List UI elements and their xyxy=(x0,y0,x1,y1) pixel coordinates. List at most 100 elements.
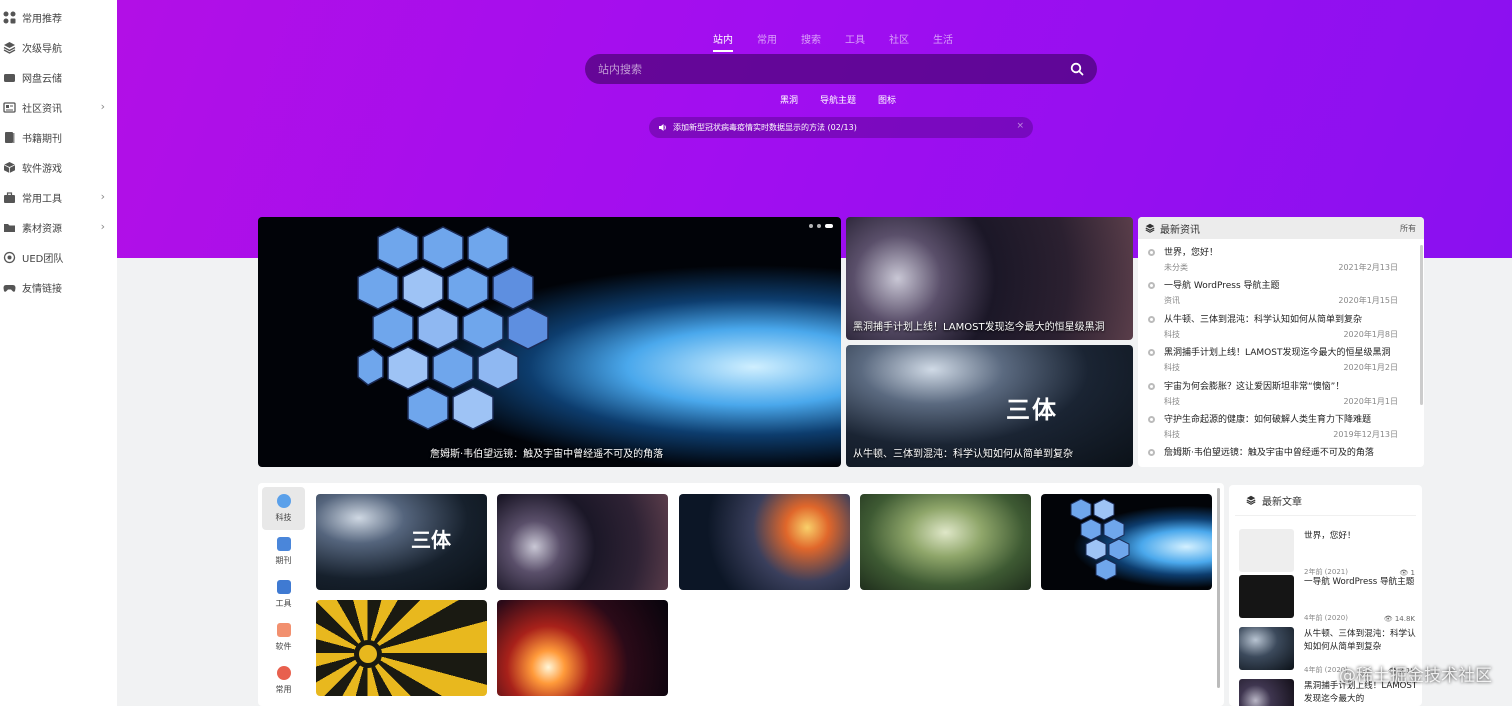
tab-community[interactable]: 社区 xyxy=(889,31,909,52)
list-item[interactable]: 詹姆斯·韦伯望远镜：触及宇宙中曾经遥不可及的角落 xyxy=(1146,445,1424,467)
search-scope-tabs: 站内 常用 搜索 工具 社区 生活 xyxy=(713,31,977,52)
cube-icon xyxy=(3,161,16,174)
sidebar-item-label: UED团队 xyxy=(22,253,64,265)
sidebar-item-secondary-nav[interactable]: 次级导航 xyxy=(0,32,117,62)
list-item[interactable]: 一导航 WordPress 导航主题 资讯 2020年1月15日 xyxy=(1146,278,1424,311)
folder-icon xyxy=(3,221,16,234)
list-item[interactable]: 宇宙为何会膨胀？这让爱因斯坦非常“懊恼”！ 科技 2020年1月1日 xyxy=(1146,379,1424,412)
featured-slide-main[interactable]: 詹姆斯·韦伯望远镜：触及宇宙中曾经遥不可及的角落 xyxy=(258,217,841,467)
sidebar-item-label: 友情链接 xyxy=(22,283,62,295)
sidebar-item-software-games[interactable]: 软件游戏 xyxy=(0,152,117,182)
sidebar-item-label: 网盘云储 xyxy=(22,73,62,85)
sidebar-item-label: 软件游戏 xyxy=(22,163,62,175)
scrollbar[interactable] xyxy=(1217,488,1220,688)
hotword-link[interactable]: 黑洞 xyxy=(780,93,798,106)
latest-news-panel: 最新资讯 所有 世界，您好！ 未分类 2021年2月13日 一导航 WordPres… xyxy=(1138,217,1424,467)
scrollbar[interactable] xyxy=(1420,245,1423,405)
tab-tools[interactable]: 工具 xyxy=(262,573,305,616)
sidebar-item-resources[interactable]: 素材资源 › xyxy=(0,212,117,242)
panel-title: 最新文章 xyxy=(1262,496,1302,508)
book-icon xyxy=(3,131,16,144)
tab-journals[interactable]: 期刊 xyxy=(262,530,305,573)
news-list: 世界，您好！ 未分类 2021年2月13日 一导航 WordPress 导航主题 资讯… xyxy=(1138,239,1424,467)
thumbnail-forest[interactable] xyxy=(860,494,1031,590)
sidebar-item-label: 素材资源 xyxy=(22,223,62,235)
speaker-icon xyxy=(658,123,667,132)
category-tabs: 科技 期刊 工具 软件 常用 xyxy=(262,487,305,702)
hotword-link[interactable]: 导航主题 xyxy=(820,93,856,106)
list-item[interactable]: 守护生命起源的健康：如何破解人类生育力下降难题 科技 2019年12月13日 xyxy=(1146,412,1424,445)
sidebar-item-ued-team[interactable]: UED团队 xyxy=(0,242,117,272)
carousel-indicator[interactable] xyxy=(809,224,833,228)
thumbnail-galaxy[interactable] xyxy=(679,494,850,590)
thumbnail-radiation[interactable] xyxy=(316,600,487,696)
radiation-icon xyxy=(354,640,382,668)
telescope-mirror-illustration xyxy=(1070,498,1130,581)
hotword-link[interactable]: 图标 xyxy=(878,93,896,106)
view-all-link[interactable]: 所有 xyxy=(1400,223,1416,234)
sidebar: 常用推荐 次级导航 网盘云储 社区资讯 › 书籍期刊 软件游戏 常用工具 › 素… xyxy=(0,0,117,706)
list-item[interactable]: 从牛顿、三体到混沌：科学认知如何从简单到复杂 科技 2020年1月8日 xyxy=(1146,312,1424,345)
sidebar-item-books[interactable]: 书籍期刊 xyxy=(0,122,117,152)
thumbnail-blackhole[interactable] xyxy=(497,494,668,590)
sidebar-item-tools[interactable]: 常用工具 › xyxy=(0,182,117,212)
article-thumbnail[interactable] xyxy=(1239,575,1294,618)
tab-tech[interactable]: 科技 xyxy=(262,487,305,530)
article-item[interactable]: 一导航 WordPress 导航主题 4年前 (2020) 👁 14.8K xyxy=(1239,575,1415,623)
tab-life[interactable]: 生活 xyxy=(933,31,953,52)
article-item[interactable]: 世界，您好！ 2年前 (2021) 👁 1 xyxy=(1239,529,1415,577)
sidebar-item-links[interactable]: 友情链接 xyxy=(0,272,117,302)
close-icon[interactable]: × xyxy=(1016,121,1024,131)
chevron-right-icon: › xyxy=(100,100,105,113)
article-thumbnail[interactable] xyxy=(1239,529,1294,572)
sidebar-item-label: 常用工具 xyxy=(22,193,62,205)
tab-tools[interactable]: 工具 xyxy=(845,31,865,52)
thumbnail-three-body[interactable]: 三体 xyxy=(316,494,487,590)
panel-header: 最新文章 xyxy=(1235,485,1416,516)
tab-software[interactable]: 软件 xyxy=(262,616,305,659)
eye-icon: 👁 xyxy=(1383,615,1395,623)
article-title[interactable]: 世界，您好！ xyxy=(1304,530,1422,543)
chevron-right-icon: › xyxy=(100,220,105,233)
panel-header: 最新资讯 所有 xyxy=(1138,217,1424,239)
article-title[interactable]: 一导航 WordPress 导航主题 xyxy=(1304,576,1422,589)
thumbnail-supernova[interactable] xyxy=(497,600,668,696)
telescope-mirror-illustration xyxy=(357,226,549,430)
three-body-logo: 三体 xyxy=(411,528,451,552)
tab-common[interactable]: 常用 xyxy=(757,31,777,52)
tools-icon xyxy=(276,580,291,594)
sidebar-item-cloud-drive[interactable]: 网盘云储 xyxy=(0,62,117,92)
gamepad-icon xyxy=(3,281,16,294)
team-icon xyxy=(3,251,16,264)
search-bar xyxy=(585,54,1097,84)
layers-icon xyxy=(3,41,16,54)
article-title[interactable]: 从牛顿、三体到混沌：科学认知如何从简单到复杂 xyxy=(1304,628,1422,654)
search-input[interactable] xyxy=(598,62,1070,76)
featured-card-three-body[interactable]: 三体 从牛顿、三体到混沌：科学认知如何从简单到复杂 xyxy=(846,345,1133,467)
list-item[interactable]: 世界，您好！ 未分类 2021年2月13日 xyxy=(1146,245,1424,278)
view-count: 👁 14.8K xyxy=(1383,615,1415,623)
tab-search[interactable]: 搜索 xyxy=(801,31,821,52)
article-thumbnail[interactable] xyxy=(1239,679,1294,706)
article-time: 4年前 (2020) xyxy=(1304,614,1348,622)
sidebar-item-label: 社区资讯 xyxy=(22,103,62,115)
tech-icon xyxy=(276,494,291,508)
crab-icon xyxy=(276,666,291,680)
tab-site[interactable]: 站内 xyxy=(713,31,733,52)
thumbnail-telescope[interactable] xyxy=(1041,494,1212,590)
announcement-bar[interactable]: 添加新型冠状病毒疫情实时数据显示的方法 (02/13) × xyxy=(649,117,1033,138)
search-icon[interactable] xyxy=(1070,62,1084,76)
featured-card-blackhole[interactable]: 黑洞捕手计划上线！LAMOST发现迄今最大的恒星级黑洞 xyxy=(846,217,1133,340)
sidebar-item-community[interactable]: 社区资讯 › xyxy=(0,92,117,122)
slide-caption: 詹姆斯·韦伯望远镜：触及宇宙中曾经遥不可及的角落 xyxy=(430,449,664,460)
sidebar-item-label: 书籍期刊 xyxy=(22,133,62,145)
tab-common[interactable]: 常用 xyxy=(262,659,305,702)
sidebar-item-recommended[interactable]: 常用推荐 xyxy=(0,2,117,32)
journal-icon xyxy=(276,537,291,551)
article-thumbnail[interactable] xyxy=(1239,627,1294,670)
news-icon xyxy=(3,101,16,114)
panel-title: 最新资讯 xyxy=(1160,224,1200,236)
card-caption: 从牛顿、三体到混沌：科学认知如何从简单到复杂 xyxy=(853,449,1073,460)
list-item[interactable]: 黑洞捕手计划上线！LAMOST发现迄今最大的恒星级黑洞 科技 2020年1月2日 xyxy=(1146,345,1424,378)
sidebar-item-label: 常用推荐 xyxy=(22,13,62,25)
